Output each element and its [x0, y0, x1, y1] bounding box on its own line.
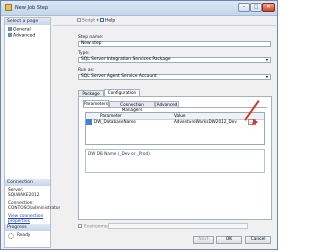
subtab-divider: [83, 107, 267, 108]
run-as-label: Run as:: [78, 68, 95, 73]
title-bar: New Job Step – □ ✕: [1, 1, 277, 16]
maximize-button[interactable]: □: [250, 3, 262, 12]
chevron-down-icon: ▼: [265, 75, 269, 79]
app-icon: [5, 4, 12, 11]
value-cell[interactable]: AdventureWorksDW2012_Dev: [174, 119, 237, 124]
nav-general[interactable]: General: [8, 27, 31, 33]
parameter-column-header: Parameter: [100, 113, 122, 118]
toolbar: Script ▾ Help: [53, 17, 276, 26]
environment-select[interactable]: [108, 223, 248, 229]
cancel-button[interactable]: Cancel: [245, 236, 271, 244]
script-button[interactable]: Script ▾: [77, 18, 99, 24]
connection-header: Connection: [5, 179, 50, 186]
page-icon: [8, 33, 12, 37]
progress-icon: [8, 233, 14, 239]
select-page-header: Select a page: [5, 18, 50, 25]
main-pane: Script ▾ Help Step name: New step Type: …: [53, 17, 276, 248]
page-icon: [8, 27, 12, 31]
type-select[interactable]: SQL Server Integration Services Package ▼: [78, 57, 271, 63]
left-pane: Select a page General Advanced Connectio…: [4, 17, 60, 248]
tab-configuration[interactable]: Configuration: [104, 89, 140, 96]
configuration-panel: Parameters Connection Managers Advanced …: [78, 96, 272, 220]
progress-header: Progress: [5, 224, 50, 231]
type-label: Type:: [78, 51, 90, 56]
window-title: New Job Step: [15, 5, 49, 11]
table-row[interactable]: DW_DatabaseName AdventureWorksDW2012_Dev…: [86, 119, 264, 125]
nav-advanced[interactable]: Advanced: [8, 33, 35, 39]
progress-status: Ready: [17, 233, 31, 238]
close-button[interactable]: ✕: [262, 3, 275, 12]
subtab-parameters[interactable]: Parameters: [83, 100, 109, 107]
help-button[interactable]: Help: [100, 18, 115, 24]
step-name-label: Step name:: [78, 35, 104, 40]
parameters-grid: Parameter Value DW_DatabaseName Adventur…: [85, 112, 265, 145]
parameter-description: DW DB Name (_Dev or _Prod): [85, 149, 265, 173]
run-as-select[interactable]: SQL Server Agent Service Account ▼: [78, 74, 271, 80]
script-icon: [77, 18, 81, 22]
minimize-button[interactable]: –: [238, 3, 250, 12]
chevron-down-icon: ▼: [265, 58, 269, 62]
next-button[interactable]: Next: [193, 236, 214, 244]
help-icon: [100, 18, 104, 22]
job-step-window: New Job Step – □ ✕ Select a page General…: [0, 0, 278, 250]
environment-row: Environment: [78, 224, 112, 230]
value-column-header: Value: [174, 113, 186, 118]
row-selector[interactable]: [86, 119, 92, 125]
ok-button[interactable]: OK: [216, 236, 242, 244]
parameter-cell: DW_DatabaseName: [94, 119, 136, 124]
step-name-input[interactable]: New step: [78, 41, 271, 47]
environment-checkbox[interactable]: [78, 224, 82, 228]
